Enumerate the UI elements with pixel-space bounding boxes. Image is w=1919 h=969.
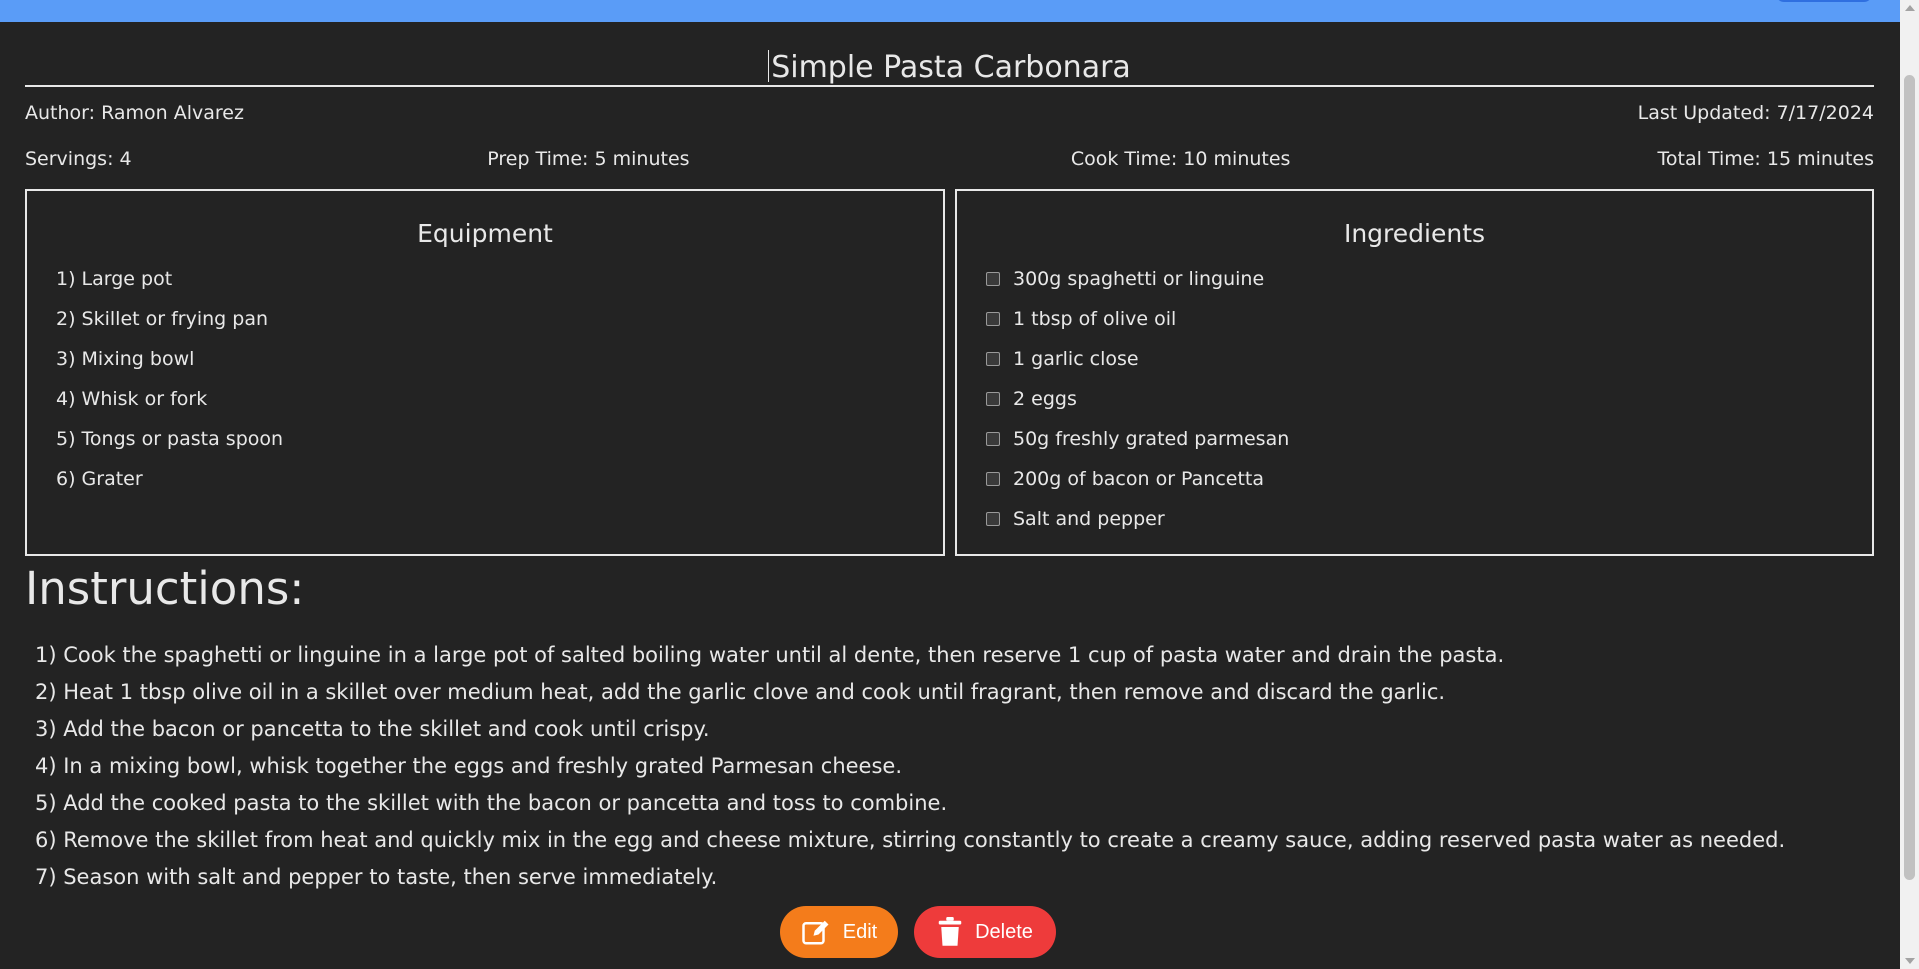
ingredient-label: 50g freshly grated parmesan [1013, 428, 1290, 450]
equipment-item: 5) Tongs or pasta spoon [56, 428, 284, 450]
instruction-step: 2) Heat 1 tbsp olive oil in a skillet ov… [35, 680, 1446, 704]
scroll-up-icon[interactable] [1905, 5, 1915, 11]
delete-label: Delete [975, 920, 1033, 943]
recipe-panels: Equipment 1) Large pot 2) Skillet or fry… [25, 189, 1874, 556]
ingredient-item: 1 tbsp of olive oil [986, 299, 1289, 339]
ingredient-item: 300g spaghetti or linguine [986, 259, 1289, 299]
ingredient-checkbox[interactable] [986, 472, 1000, 486]
recipe-times-row: Servings: 4 Prep Time: 5 minutes Cook Ti… [25, 148, 1874, 170]
recipe-view: Simple Pasta Carbonara Author: Ramon Alv… [25, 22, 1874, 888]
edit-label: Edit [842, 920, 878, 943]
ingredient-item: 1 garlic close [986, 339, 1289, 379]
ingredient-checkbox[interactable] [986, 512, 1000, 526]
equipment-heading: Equipment [417, 219, 553, 248]
equipment-list: 1) Large pot 2) Skillet or frying pan 3)… [56, 259, 283, 499]
ingredient-item: 200g of bacon or Pancetta [986, 459, 1289, 499]
equipment-item: 3) Mixing bowl [56, 348, 195, 370]
recipe-total-time: Total Time: 15 minutes [1657, 148, 1874, 170]
recipe-cook-time: Cook Time: 10 minutes [1070, 148, 1291, 170]
equipment-item: 6) Grater [56, 468, 143, 490]
ingredients-list: 300g spaghetti or linguine 1 tbsp of oli… [986, 259, 1289, 539]
ingredients-panel: Ingredients 300g spaghetti or linguine 1… [955, 189, 1874, 556]
recipe-actions: Edit Delete [780, 906, 1056, 958]
ingredient-label: 200g of bacon or Pancetta [1013, 468, 1265, 490]
recipe-meta-row: Author: Ramon Alvarez Last Updated: 7/17… [25, 102, 1874, 124]
instructions-heading: Instructions: [25, 562, 305, 615]
ingredient-item: 2 eggs [986, 379, 1289, 419]
instruction-step: 7) Season with salt and pepper to taste,… [35, 865, 718, 889]
ingredient-label: 1 garlic close [1013, 348, 1139, 370]
equipment-item: 2) Skillet or frying pan [56, 308, 269, 330]
edit-icon [802, 920, 829, 945]
ingredient-label: 1 tbsp of olive oil [1013, 308, 1177, 330]
ingredient-item: 50g freshly grated parmesan [986, 419, 1289, 459]
instruction-step: 3) Add the bacon or pancetta to the skil… [35, 717, 710, 741]
ingredient-checkbox[interactable] [986, 352, 1000, 366]
ingredient-checkbox[interactable] [986, 432, 1000, 446]
instructions-list: 1) Cook the spaghetti or linguine in a l… [35, 644, 1785, 903]
edit-button[interactable]: Edit [780, 906, 898, 958]
ingredient-label: 2 eggs [1013, 388, 1077, 410]
instruction-step: 5) Add the cooked pasta to the skillet w… [35, 791, 948, 815]
ingredient-checkbox[interactable] [986, 392, 1000, 406]
ingredient-label: 300g spaghetti or linguine [1013, 268, 1265, 290]
ingredients-heading: Ingredients [1343, 219, 1486, 248]
ingredient-item: Salt and pepper [986, 499, 1289, 539]
equipment-item: 1) Large pot [56, 268, 173, 290]
top-nav-bar [0, 0, 1900, 22]
scrollbar-thumb[interactable] [1904, 75, 1915, 880]
recipe-prep-time: Prep Time: 5 minutes [487, 148, 690, 170]
equipment-item: 4) Whisk or fork [56, 388, 208, 410]
nav-button[interactable] [1776, 0, 1872, 2]
recipe-servings: Servings: 4 [25, 148, 132, 170]
ingredient-label: Salt and pepper [1013, 508, 1165, 530]
recipe-last-updated: Last Updated: 7/17/2024 [1637, 102, 1874, 124]
instruction-step: 4) In a mixing bowl, whisk together the … [35, 754, 902, 778]
recipe-author: Author: Ramon Alvarez [25, 102, 244, 124]
scroll-down-icon[interactable] [1905, 958, 1915, 964]
delete-button[interactable]: Delete [914, 906, 1056, 958]
recipe-title-field[interactable]: Simple Pasta Carbonara [25, 22, 1874, 87]
instruction-step: 6) Remove the skillet from heat and quic… [35, 828, 1786, 852]
trash-icon [938, 917, 962, 946]
ingredient-checkbox[interactable] [986, 312, 1000, 326]
ingredient-checkbox[interactable] [986, 272, 1000, 286]
page-scrollbar[interactable] [1900, 0, 1919, 969]
equipment-panel: Equipment 1) Large pot 2) Skillet or fry… [25, 189, 945, 556]
instruction-step: 1) Cook the spaghetti or linguine in a l… [35, 643, 1505, 667]
recipe-title: Simple Pasta Carbonara [771, 50, 1131, 85]
text-caret [768, 50, 770, 82]
